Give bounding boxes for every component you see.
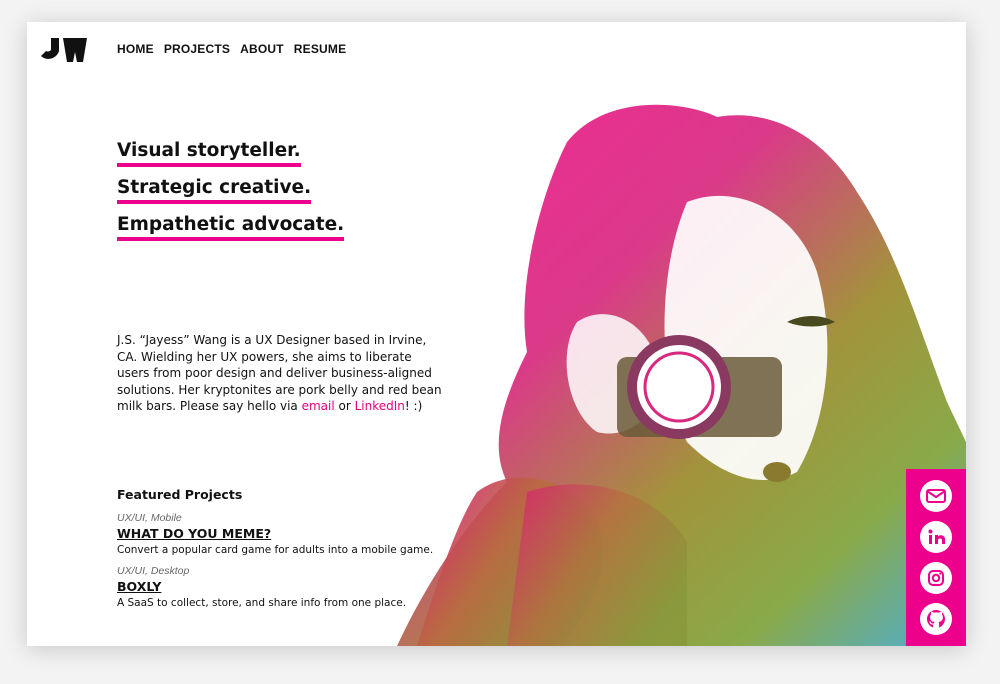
tagline-1: Visual storyteller. (117, 140, 301, 167)
project-title-link[interactable]: BOXLY (117, 579, 161, 595)
main-nav: HOME PROJECTS ABOUT RESUME (117, 42, 346, 56)
nav-home[interactable]: HOME (117, 42, 154, 56)
project-title-link[interactable]: WHAT DO YOU MEME? (117, 526, 271, 542)
social-bar (906, 469, 966, 646)
tagline-3: Empathetic advocate. (117, 214, 345, 241)
email-icon[interactable] (920, 479, 952, 512)
linkedin-icon[interactable] (920, 520, 952, 553)
instagram-icon[interactable] (920, 562, 952, 595)
bio-or: or (334, 399, 355, 413)
nav-about[interactable]: ABOUT (240, 42, 284, 56)
tagline-2: Strategic creative. (117, 177, 312, 204)
jw-logo[interactable] (41, 38, 87, 62)
tagline-block: Visual storyteller. Strategic creative. … (117, 140, 345, 251)
hero-photo (397, 104, 966, 646)
nav-resume[interactable]: RESUME (294, 42, 347, 56)
nav-projects[interactable]: PROJECTS (164, 42, 230, 56)
page-card: HOME PROJECTS ABOUT RESUME Visual storyt… (27, 22, 966, 646)
github-icon[interactable] (920, 603, 952, 636)
email-link[interactable]: email (302, 399, 335, 413)
